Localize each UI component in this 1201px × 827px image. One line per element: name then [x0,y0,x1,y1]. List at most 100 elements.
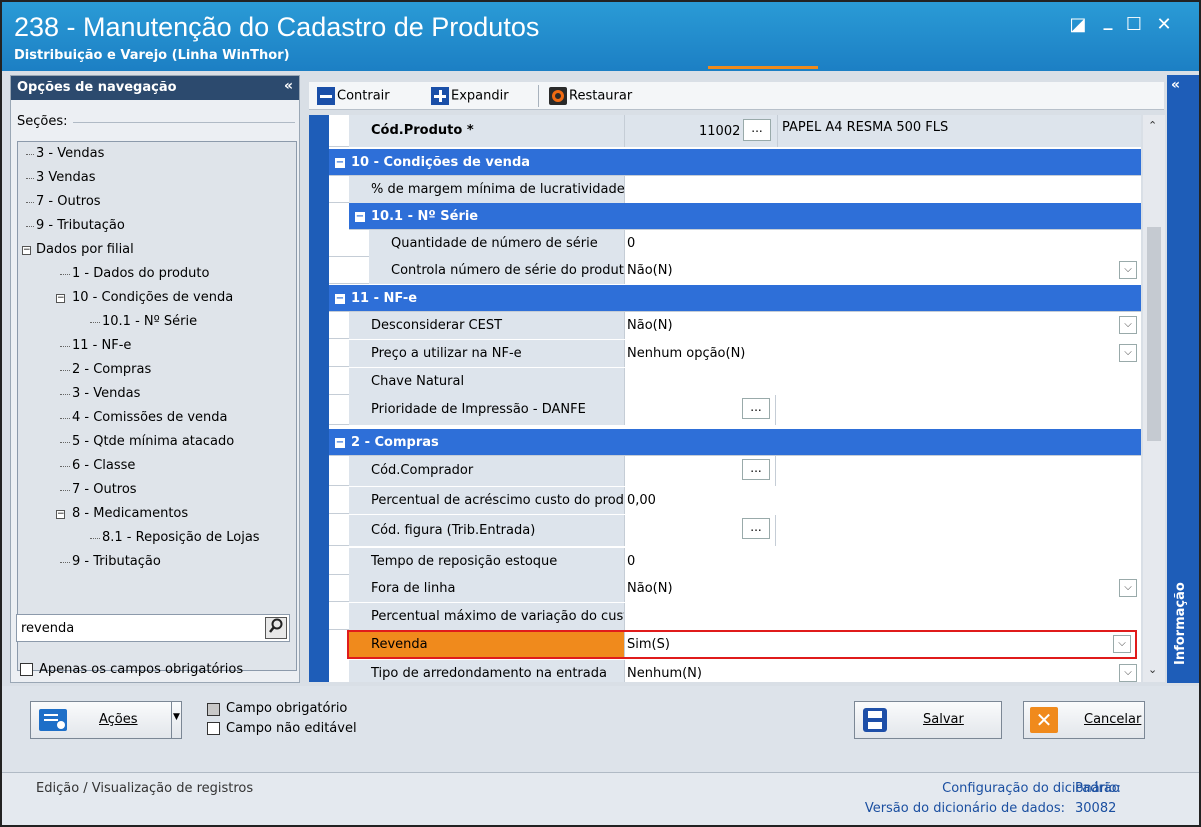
dict-version-label: Versão do dicionário de dados: [864,801,1065,816]
restore-button[interactable]: Restaurar [549,87,632,105]
ctrl-serie-row: Controla número de série do produto Não(… [329,257,1141,284]
actions-dropdown-icon[interactable]: ▼ [171,702,181,738]
scroll-down-icon[interactable]: ⌄ [1148,663,1157,676]
minus-icon [317,87,335,105]
comprador-field[interactable]: ... [625,456,1141,486]
revenda-select[interactable]: Sim(S) ⌵ [625,632,1135,657]
tree-item-nf-e[interactable]: 11 - NF-e [72,338,131,353]
fora-linha-label: Fora de linha [349,575,625,602]
maximize-window-icon[interactable]: ☐ [1122,14,1146,35]
preco-nfe-value: Nenhum opção(N) [627,346,746,361]
collapse-section-icon[interactable]: − [335,437,345,448]
info-side-panel[interactable]: « Informação [1167,75,1199,683]
scrollbar-thumb[interactable] [1147,227,1161,441]
expand-button[interactable]: Expandir [431,87,509,105]
section-title: 2 - Compras [351,435,439,450]
tree-connector [60,562,70,563]
perc-max-field[interactable] [625,603,1141,630]
collapse-section-icon[interactable]: − [355,211,365,222]
section-n-serie[interactable]: −10.1 - Nº Série [349,203,1141,230]
fora-linha-select[interactable]: Não(N) ⌵ [625,575,1141,602]
tree-item-dados-por-filial[interactable]: Dados por filial [36,242,134,257]
qtd-serie-row: Quantidade de número de série 0 [329,230,1141,257]
cancel-label: Cancelar [1084,712,1142,727]
cest-select[interactable]: Não(N) ⌵ [625,312,1141,339]
required-legend-swatch [207,703,220,716]
tree-connector [60,394,70,395]
collapse-tree-icon[interactable]: − [22,246,31,255]
dropdown-icon[interactable]: ⌵ [1119,664,1137,682]
cod-figura-field[interactable]: ... [625,515,1141,546]
section-compras[interactable]: −2 - Compras [329,429,1141,456]
tree-item-qtde-minima[interactable]: 5 - Qtde mínima atacado [72,434,234,449]
save-button[interactable]: Salvar [854,701,1002,739]
collapse-section-icon[interactable]: − [335,293,345,304]
actions-button[interactable]: Ações ▼ [30,701,182,739]
grid-scrollbar[interactable]: ⌃ ⌄ [1143,115,1165,682]
dropdown-icon[interactable]: ⌵ [1119,579,1137,597]
restore-label: Restaurar [569,88,633,104]
tree-connector [26,178,34,179]
section-condicoes-de-venda[interactable]: −10 - Condições de venda [329,149,1141,176]
scroll-up-icon[interactable]: ⌃ [1148,119,1157,132]
tree-item-medicamentos[interactable]: 8 - Medicamentos [72,506,188,521]
cod-figura-lookup-button[interactable]: ... [742,518,770,539]
tree-item-condicoes-de-venda[interactable]: 10 - Condições de venda [72,290,233,305]
tree-item-3vendas[interactable]: 3 Vendas [36,170,96,185]
tree-item-dados-do-produto[interactable]: 1 - Dados do produto [72,266,209,281]
close-window-icon[interactable]: ✕ [1152,14,1176,35]
cod-figura-label: Cód. figura (Trib.Entrada) [349,515,625,546]
tree-item-n-serie[interactable]: 10.1 - Nº Série [102,314,197,329]
tree-item-classe[interactable]: 6 - Classe [72,458,135,473]
product-code-row: Cód.Produto * 11002 ... PAPEL A4 RESMA 5… [329,115,1141,147]
margem-field[interactable] [625,176,1141,203]
ctrl-serie-value: Não(N) [627,263,673,278]
tree-item-3-vendas[interactable]: 3 - Vendas [36,146,104,161]
expand-info-icon[interactable]: « [1171,77,1180,93]
collapse-section-icon[interactable]: − [335,157,345,168]
prioridade-lookup-button[interactable]: ... [742,398,770,419]
collapse-tree-icon[interactable]: − [56,510,65,519]
grid-toolbar: Contrair Expandir Restaurar [309,82,1164,110]
tree-item-comissoes[interactable]: 4 - Comissões de venda [72,410,227,425]
arred-select[interactable]: Nenhum(N) ⌵ [625,660,1141,682]
collapse-nav-icon[interactable]: « [284,78,293,94]
tree-item-reposicao-lojas[interactable]: 8.1 - Reposição de Lojas [102,530,260,545]
perc-acresc-field[interactable]: 0,00 [625,487,1141,514]
preco-nfe-select[interactable]: Nenhum opção(N) ⌵ [625,340,1141,367]
restore-window-icon[interactable]: ◪ [1066,14,1090,35]
contract-button[interactable]: Contrair [317,87,390,105]
tree-item-9-tributacao[interactable]: 9 - Tributação [36,218,125,233]
section-nf-e[interactable]: −11 - NF-e [329,285,1141,312]
dropdown-icon[interactable]: ⌵ [1119,316,1137,334]
action-bar: Ações ▼ Campo obrigatório Campo não edit… [2,686,1199,776]
collapse-tree-icon[interactable]: − [56,294,65,303]
comprador-lookup-button[interactable]: ... [742,459,770,480]
dict-version-value: 30082 [1075,801,1117,816]
prioridade-field[interactable]: ... [625,395,1141,425]
search-icon[interactable] [265,617,287,639]
tempo-rep-field[interactable]: 0 [625,548,1141,575]
minimize-window-icon[interactable]: _ [1096,10,1120,31]
tree-item-compras[interactable]: 2 - Compras [72,362,151,377]
preco-nfe-row: Preço a utilizar na NF-e Nenhum opção(N)… [329,340,1141,367]
search-input[interactable]: revenda [16,614,290,642]
tree-connector [60,346,70,347]
dropdown-icon[interactable]: ⌵ [1119,344,1137,362]
tempo-rep-row: Tempo de reposição estoque 0 [329,548,1141,575]
tree-item-outros[interactable]: 7 - Outros [72,482,137,497]
tree-item-vendas[interactable]: 3 - Vendas [72,386,140,401]
tempo-rep-label: Tempo de reposição estoque [349,548,625,575]
chave-field[interactable] [625,368,1141,395]
tree-item-tributacao[interactable]: 9 - Tributação [72,554,161,569]
ctrl-serie-select[interactable]: Não(N) ⌵ [625,257,1141,284]
only-required-checkbox[interactable] [20,663,33,676]
cancel-button[interactable]: ✕ Cancelar [1023,701,1145,739]
revenda-label: Revenda [349,632,625,657]
dropdown-icon[interactable]: ⌵ [1113,635,1131,653]
dropdown-icon[interactable]: ⌵ [1119,261,1137,279]
preco-nfe-label: Preço a utilizar na NF-e [349,340,625,367]
product-lookup-button[interactable]: ... [743,119,771,141]
qtd-serie-field[interactable]: 0 [625,230,1141,257]
tree-item-7-outros[interactable]: 7 - Outros [36,194,101,209]
